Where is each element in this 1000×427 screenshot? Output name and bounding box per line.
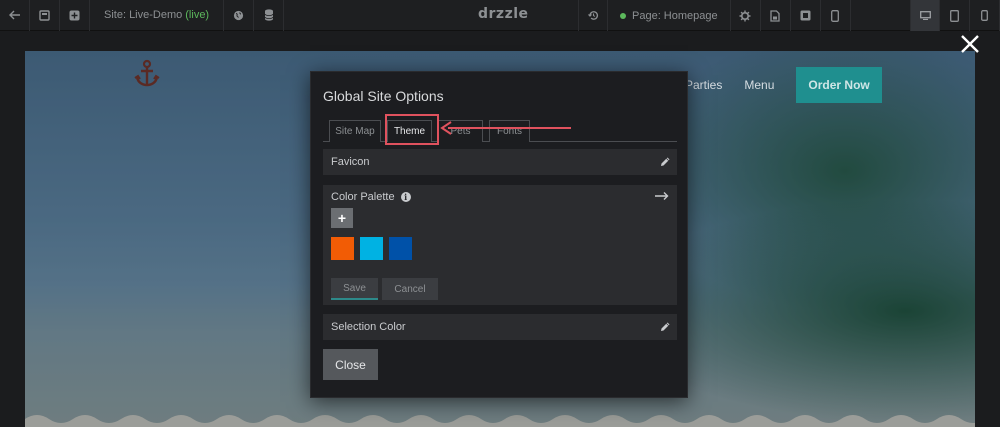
site-indicator[interactable]: Site: Live-Demo (live)	[90, 0, 225, 31]
gear-icon[interactable]	[731, 0, 761, 31]
history-icon[interactable]	[578, 0, 608, 31]
tab-site-map[interactable]: Site Map	[329, 120, 381, 142]
publish-icon[interactable]	[791, 0, 821, 31]
pencil-icon[interactable]	[659, 156, 671, 168]
wave-divider	[25, 415, 975, 427]
nav-item-parties[interactable]: Parties	[685, 78, 722, 92]
site-nav: Parties Menu Order Now	[685, 67, 882, 103]
favicon-label: Favicon	[331, 156, 370, 168]
color-palette-text: Color Palette	[331, 191, 395, 203]
close-overlay-icon[interactable]	[958, 32, 982, 56]
phone-icon[interactable]	[970, 0, 1000, 31]
selection-color-label: Selection Color	[331, 321, 406, 333]
site-name: Site: Live-Demo	[104, 9, 183, 21]
color-swatch-blue[interactable]	[389, 237, 412, 260]
pencil-icon[interactable]	[659, 321, 671, 333]
pages-icon[interactable]	[30, 0, 60, 31]
order-now-button[interactable]: Order Now	[796, 67, 882, 103]
add-icon[interactable]	[60, 0, 90, 31]
site-live-status: (live)	[185, 9, 210, 21]
database-icon[interactable]	[254, 0, 285, 31]
save-icon[interactable]	[761, 0, 791, 31]
save-button[interactable]: Save	[331, 278, 378, 300]
expand-arrow-icon[interactable]	[655, 191, 669, 201]
color-swatch-cyan[interactable]	[360, 237, 383, 260]
anchor-logo-icon	[134, 59, 160, 87]
modal-title: Global Site Options	[323, 88, 444, 104]
nav-item-menu[interactable]: Menu	[744, 78, 774, 92]
color-palette-panel: Color Palette i + Save Cancel	[323, 185, 677, 305]
page-selector[interactable]: Page: Homepage	[608, 0, 731, 31]
page-status-dot	[620, 12, 626, 19]
selection-color-panel[interactable]: Selection Color	[323, 314, 677, 340]
color-swatch-orange[interactable]	[331, 237, 354, 260]
mobile-icon[interactable]	[821, 0, 851, 31]
theme-tab-highlight	[385, 114, 439, 145]
annotation-arrow-icon	[440, 121, 571, 135]
close-button[interactable]: Close	[323, 349, 378, 380]
tablet-icon[interactable]	[940, 0, 970, 31]
editor-toolbar: Site: Live-Demo (live) drzzle Page: Home…	[0, 0, 1000, 31]
globe-icon[interactable]	[224, 0, 255, 31]
add-color-button[interactable]: +	[331, 208, 353, 228]
info-icon[interactable]: i	[400, 192, 411, 202]
cancel-button[interactable]: Cancel	[382, 278, 438, 300]
desktop-icon[interactable]	[910, 0, 940, 31]
back-arrow-icon[interactable]	[0, 0, 30, 31]
page-name: Page: Homepage	[632, 9, 718, 22]
favicon-panel[interactable]: Favicon	[323, 149, 677, 175]
color-palette-label: Color Palette i	[331, 191, 411, 203]
drzzle-logo: drzzle	[478, 6, 529, 22]
